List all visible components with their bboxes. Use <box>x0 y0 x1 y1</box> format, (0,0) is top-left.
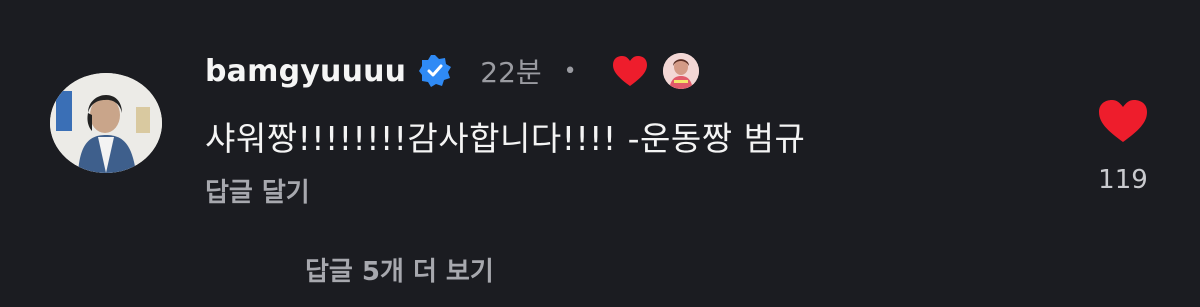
reply-button[interactable]: 답글 달기 <box>205 172 310 209</box>
verified-badge-icon <box>418 54 452 88</box>
creator-liked-heart-icon <box>611 54 649 88</box>
username[interactable]: bamgyuuuu <box>205 54 406 89</box>
user-avatar[interactable] <box>50 73 162 173</box>
like-count: 119 <box>1098 165 1148 195</box>
creator-avatar <box>662 53 699 89</box>
comment-text: 샤워짱!!!!!!!!감사합니다!!!! -운동짱 범규 <box>205 119 806 158</box>
comment-header: bamgyuuuu 22분 • <box>205 48 699 94</box>
view-replies-button[interactable]: 답글 5개 더 보기 <box>305 251 494 288</box>
separator-dot: • <box>563 58 577 84</box>
timestamp: 22분 <box>480 56 542 89</box>
like-heart-icon[interactable] <box>1097 98 1149 144</box>
